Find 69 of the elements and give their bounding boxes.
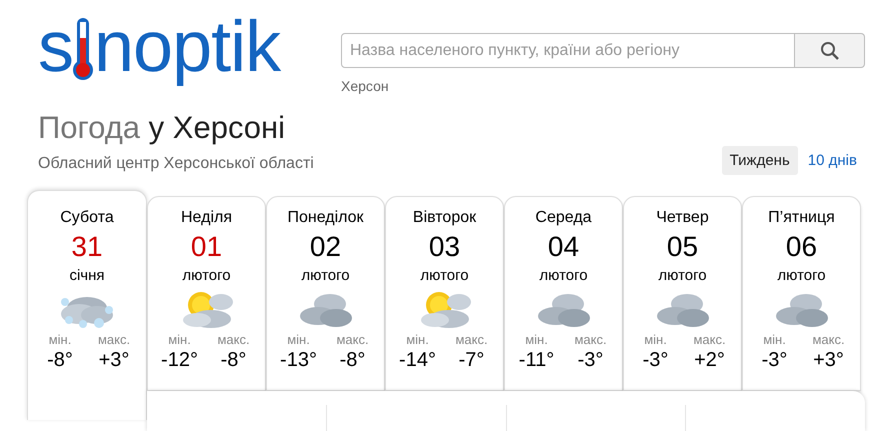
min-temperature: -3° [642,349,668,372]
day-month: січня [69,267,105,284]
day-name: Понеділок [287,209,364,227]
recent-city-link[interactable]: Херсон [341,78,389,94]
max-label: макс. [336,332,369,347]
max-label: макс. [455,332,488,347]
max-label: макс. [217,332,250,347]
min-label: мін. [525,332,548,347]
day-name: П’ятниця [768,209,835,227]
max-label: макс. [693,332,726,347]
day-date: 02 [310,231,342,263]
page-title: Погода [38,110,140,145]
min-label: мін. [168,332,191,347]
day-date: 03 [428,231,460,263]
max-temperature: -8° [340,349,366,372]
min-label: мін. [48,332,72,347]
max-temperature: -7° [458,349,484,372]
period-tab[interactable]: 10 днів [800,146,865,175]
day-date: 04 [548,231,580,263]
min-label: мін. [406,332,429,347]
logo[interactable]: s noptik [38,6,341,88]
period-tab[interactable]: Тиждень [722,146,798,175]
max-label: макс. [812,332,845,347]
day-date: 06 [786,231,818,263]
max-label: макс. [98,332,130,347]
max-temperature: -3° [578,349,604,372]
day-date: 01 [190,231,222,263]
day-name: Неділя [181,209,232,227]
min-temperature: -14° [399,349,436,372]
max-temperature: -8° [220,349,246,372]
day-month: лютого [301,267,350,284]
day-month: лютого [420,267,469,284]
min-label: мін. [287,332,310,347]
max-temperature: +3° [813,349,844,372]
day-card[interactable]: П’ятниця 06 лютого мін. -3° макс. +3° [742,196,861,391]
max-temperature: +2° [694,349,725,372]
day-date: 05 [666,231,698,263]
day-card[interactable]: Середа 04 лютого мін. -11° макс. -3° [504,196,623,391]
day-card[interactable]: Субота 31 січня мін. -8° макс. +3° [27,190,147,420]
min-label: мін. [763,332,786,347]
min-temperature: -13° [280,349,317,372]
logo-text: s [38,6,73,88]
page-title: у Херсоні [148,110,286,145]
min-label: мін. [644,332,667,347]
day-month: лютого [658,267,707,284]
day-card[interactable]: Четвер 05 лютого мін. -3° макс. +2° [623,196,742,391]
thermometer-icon [73,16,93,82]
day-month: лютого [777,267,826,284]
day-name: Субота [60,209,114,227]
day-name: Вівторок [412,209,476,227]
max-label: макс. [574,332,607,347]
min-temperature: -8° [47,349,73,372]
max-temperature: +3° [98,349,130,372]
min-temperature: -11° [518,349,554,372]
day-card[interactable]: Понеділок 02 лютого мін. -13° макс. -8° [266,196,385,391]
search-field[interactable]: Назва населеного пункту, країни або регіону [341,33,795,68]
min-temperature: -3° [762,349,788,372]
day-date: 31 [71,231,103,263]
day-name: Середа [535,209,592,227]
day-month: лютого [182,267,231,284]
min-temperature: -12° [161,349,198,372]
day-month: лютого [539,267,588,284]
day-card[interactable]: Вівторок 03 лютого мін. -14° макс. -7° [385,196,504,391]
search-icon [820,40,840,60]
search-button[interactable] [795,33,865,68]
subtitle: Обласний центр Херсонської області [38,155,314,173]
day-card[interactable]: Неділя 01 лютого мін. -12° макс. -8° [147,196,266,391]
day-name: Четвер [656,209,709,227]
logo-text: noptik [94,6,280,88]
